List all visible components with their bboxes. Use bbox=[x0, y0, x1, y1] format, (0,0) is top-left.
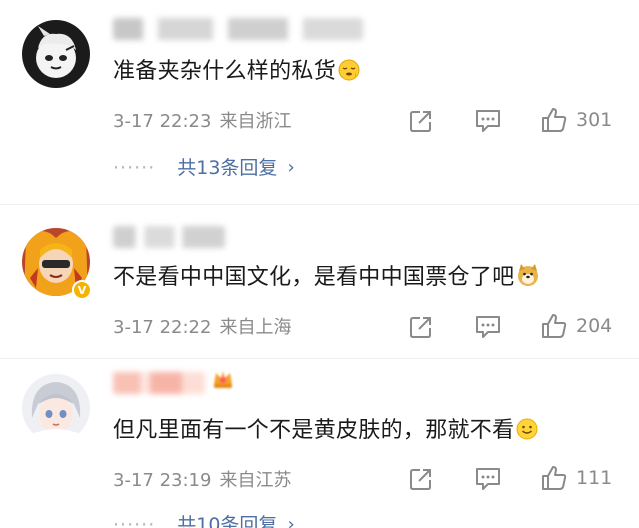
comment-item: V 不是看中中国文化，是看中中国票仓了吧 3-17 22:22 来自上海 204 bbox=[0, 216, 639, 356]
like-count: 301 bbox=[576, 109, 613, 131]
like-button[interactable]: 301 bbox=[540, 106, 612, 134]
username-blurred[interactable] bbox=[113, 372, 205, 394]
share-icon bbox=[410, 111, 431, 132]
indent-dots: ······ bbox=[113, 157, 156, 179]
divider bbox=[0, 204, 639, 205]
like-button[interactable]: 204 bbox=[540, 312, 612, 340]
replies-label: 共10条回复 bbox=[177, 514, 278, 528]
verified-badge-icon: V bbox=[72, 280, 92, 300]
username-blurred[interactable] bbox=[113, 226, 225, 248]
like-button[interactable]: 111 bbox=[540, 464, 612, 492]
vip-badge-icon bbox=[212, 368, 234, 390]
comment-item: 准备夹杂什么样的私货 3-17 22:23 来自浙江 301 ······ 共1… bbox=[0, 0, 639, 200]
divider bbox=[0, 358, 639, 359]
comment-meta: 3-17 22:23 来自浙江 bbox=[113, 110, 291, 134]
comment-icon bbox=[476, 468, 500, 490]
share-button[interactable] bbox=[408, 466, 434, 492]
share-button[interactable] bbox=[408, 314, 434, 340]
comment-button[interactable] bbox=[474, 466, 502, 492]
avatar[interactable] bbox=[22, 374, 90, 442]
thumbs-up-icon bbox=[542, 466, 567, 490]
comment-button[interactable] bbox=[474, 314, 502, 340]
view-replies-link[interactable]: ······ 共10条回复 › bbox=[113, 512, 295, 528]
comment-text: 不是看中中国文化，是看中中国票仓了吧 bbox=[113, 263, 540, 296]
sleepy-face-icon bbox=[338, 59, 360, 90]
indent-dots: ······ bbox=[113, 514, 156, 528]
comment-button[interactable] bbox=[474, 108, 502, 134]
share-icon bbox=[410, 469, 431, 490]
comment-item: 但凡里面有一个不是黄皮肤的，那就不看 3-17 23:19 来自江苏 111 ·… bbox=[0, 362, 639, 528]
share-button[interactable] bbox=[408, 108, 434, 134]
comment-text: 但凡里面有一个不是黄皮肤的，那就不看 bbox=[113, 416, 538, 449]
chevron-right-icon: › bbox=[287, 157, 295, 178]
comment-location: 来自上海 bbox=[219, 317, 292, 338]
thumbs-up-icon bbox=[542, 314, 567, 338]
comment-meta: 3-17 23:19 来自江苏 bbox=[113, 469, 291, 493]
comment-time: 3-17 23:19 bbox=[113, 470, 212, 491]
comment-location: 来自江苏 bbox=[219, 470, 292, 491]
avatar[interactable] bbox=[22, 20, 90, 88]
comment-time: 3-17 22:23 bbox=[113, 111, 212, 132]
doge-icon bbox=[516, 263, 540, 296]
comment-location: 来自浙江 bbox=[219, 111, 292, 132]
like-count: 111 bbox=[576, 467, 613, 489]
replies-label: 共13条回复 bbox=[177, 157, 278, 179]
chevron-right-icon: › bbox=[287, 514, 295, 528]
comment-list: 准备夹杂什么样的私货 3-17 22:23 来自浙江 301 ······ 共1… bbox=[0, 0, 639, 528]
like-count: 204 bbox=[576, 315, 613, 337]
smile-face-icon bbox=[516, 418, 538, 449]
thumbs-up-icon bbox=[542, 108, 567, 132]
comment-time: 3-17 22:22 bbox=[113, 317, 212, 338]
comment-meta: 3-17 22:22 来自上海 bbox=[113, 316, 291, 340]
comment-icon bbox=[476, 316, 500, 338]
comment-text: 准备夹杂什么样的私货 bbox=[113, 57, 360, 90]
comment-icon bbox=[476, 110, 500, 132]
view-replies-link[interactable]: ······ 共13条回复 › bbox=[113, 155, 295, 181]
username-blurred[interactable] bbox=[113, 18, 363, 40]
share-icon bbox=[410, 317, 431, 338]
